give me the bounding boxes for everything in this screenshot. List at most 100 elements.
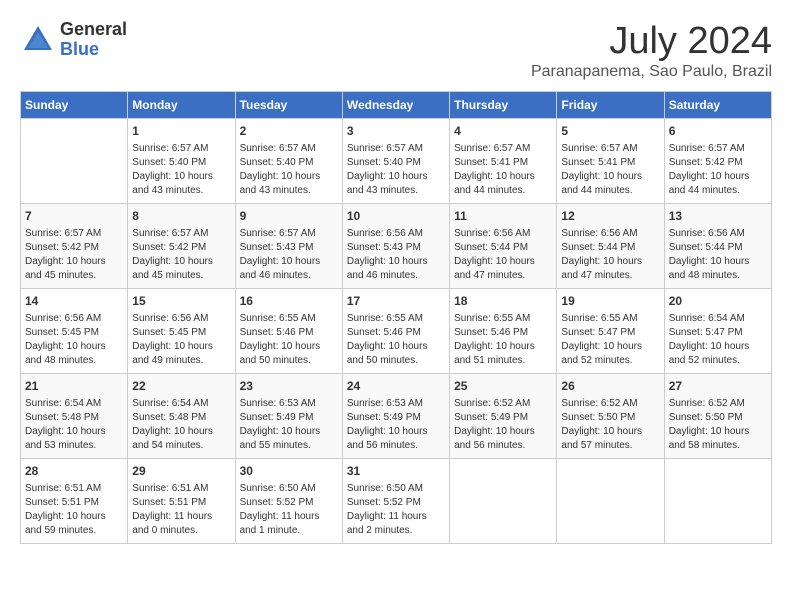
day-info: Sunrise: 6:57 AM Sunset: 5:40 PM Dayligh… [347,142,445,198]
column-header-sunday: Sunday [21,92,128,119]
day-number: 13 [669,208,767,225]
day-info: Sunrise: 6:57 AM Sunset: 5:40 PM Dayligh… [132,142,230,198]
day-number: 15 [132,293,230,310]
calendar-cell: 2Sunrise: 6:57 AM Sunset: 5:40 PM Daylig… [235,119,342,204]
calendar-cell: 12 Sunrise: 6:56 AM Sunset: 5:44 PM Dayli… [557,204,664,289]
calendar-cell: 25 Sunrise: 6:52 AM Sunset: 5:49 PM Dayli… [450,374,557,459]
day-info: Sunrise: 6:52 AM Sunset: 5:49 PM Dayligh… [454,397,552,453]
day-info: Sunrise: 6:54 AM Sunset: 5:48 PM Dayligh… [25,397,123,453]
day-info: Sunrise: 6:56 AM Sunset: 5:45 PM Dayligh… [25,312,123,368]
column-header-thursday: Thursday [450,92,557,119]
calendar-cell [450,459,557,544]
calendar-cell: 3 Sunrise: 6:57 AM Sunset: 5:40 PM Daylig… [342,119,449,204]
day-number: 18 [454,293,552,310]
calendar-cell: 16 Sunrise: 6:55 AM Sunset: 5:46 PM Dayli… [235,289,342,374]
calendar-cell: 28 Sunrise: 6:51 AM Sunset: 5:51 PM Dayli… [21,459,128,544]
day-number: 5 [561,123,659,140]
calendar-week-row: 1 Sunrise: 6:57 AM Sunset: 5:40 PM Daylig… [21,119,772,204]
day-number: 4 [454,123,552,140]
calendar-cell: 31Sunrise: 6:50 AM Sunset: 5:52 PM Dayli… [342,459,449,544]
day-number: 16 [240,293,338,310]
day-info: Sunrise: 6:52 AM Sunset: 5:50 PM Dayligh… [669,397,767,453]
day-number: 3 [347,123,445,140]
day-number: 6 [669,123,767,140]
calendar-cell: 19 Sunrise: 6:55 AM Sunset: 5:47 PM Dayli… [557,289,664,374]
day-number: 24 [347,378,445,395]
day-number: 17 [347,293,445,310]
day-info: Sunrise: 6:56 AM Sunset: 5:45 PM Dayligh… [132,312,230,368]
calendar-cell: 1 Sunrise: 6:57 AM Sunset: 5:40 PM Daylig… [128,119,235,204]
day-number: 23 [240,378,338,395]
day-info: Sunrise: 6:54 AM Sunset: 5:48 PM Dayligh… [132,397,230,453]
day-number: 11 [454,208,552,225]
day-info: Sunrise: 6:57 AM Sunset: 5:40 PM Dayligh… [240,142,338,198]
location-subtitle: Paranapanema, Sao Paulo, Brazil [531,63,772,81]
day-info: Sunrise: 6:53 AM Sunset: 5:49 PM Dayligh… [240,397,338,453]
calendar-week-row: 7Sunrise: 6:57 AM Sunset: 5:42 PM Daylig… [21,204,772,289]
calendar-cell: 13 Sunrise: 6:56 AM Sunset: 5:44 PM Dayli… [664,204,771,289]
day-info: Sunrise: 6:55 AM Sunset: 5:47 PM Dayligh… [561,312,659,368]
day-info: Sunrise: 6:57 AM Sunset: 5:41 PM Dayligh… [561,142,659,198]
day-info: Sunrise: 6:57 AM Sunset: 5:42 PM Dayligh… [669,142,767,198]
month-year-title: July 2024 [531,20,772,63]
column-header-tuesday: Tuesday [235,92,342,119]
column-header-wednesday: Wednesday [342,92,449,119]
calendar-cell: 17 Sunrise: 6:55 AM Sunset: 5:46 PM Dayli… [342,289,449,374]
day-info: Sunrise: 6:51 AM Sunset: 5:51 PM Dayligh… [132,482,230,538]
column-header-saturday: Saturday [664,92,771,119]
calendar-cell: 4 Sunrise: 6:57 AM Sunset: 5:41 PM Daylig… [450,119,557,204]
logo-blue: Blue [60,40,127,60]
day-info: Sunrise: 6:51 AM Sunset: 5:51 PM Dayligh… [25,482,123,538]
calendar-cell: 8Sunrise: 6:57 AM Sunset: 5:42 PM Daylig… [128,204,235,289]
calendar-cell: 27Sunrise: 6:52 AM Sunset: 5:50 PM Dayli… [664,374,771,459]
calendar-cell: 20Sunrise: 6:54 AM Sunset: 5:47 PM Dayli… [664,289,771,374]
day-info: Sunrise: 6:56 AM Sunset: 5:43 PM Dayligh… [347,227,445,283]
calendar-cell: 15 Sunrise: 6:56 AM Sunset: 5:45 PM Dayli… [128,289,235,374]
day-number: 22 [132,378,230,395]
logo-icon [20,22,56,58]
day-number: 28 [25,463,123,480]
calendar-table: SundayMondayTuesdayWednesdayThursdayFrid… [20,91,772,544]
calendar-cell: 6 Sunrise: 6:57 AM Sunset: 5:42 PM Daylig… [664,119,771,204]
day-info: Sunrise: 6:52 AM Sunset: 5:50 PM Dayligh… [561,397,659,453]
day-info: Sunrise: 6:56 AM Sunset: 5:44 PM Dayligh… [454,227,552,283]
day-info: Sunrise: 6:56 AM Sunset: 5:44 PM Dayligh… [669,227,767,283]
logo-text: General Blue [60,20,127,60]
day-info: Sunrise: 6:55 AM Sunset: 5:46 PM Dayligh… [347,312,445,368]
calendar-week-row: 14 Sunrise: 6:56 AM Sunset: 5:45 PM Dayli… [21,289,772,374]
day-number: 10 [347,208,445,225]
day-number: 9 [240,208,338,225]
day-info: Sunrise: 6:57 AM Sunset: 5:43 PM Dayligh… [240,227,338,283]
day-info: Sunrise: 6:56 AM Sunset: 5:44 PM Dayligh… [561,227,659,283]
day-number: 20 [669,293,767,310]
calendar-cell: 26Sunrise: 6:52 AM Sunset: 5:50 PM Dayli… [557,374,664,459]
day-number: 14 [25,293,123,310]
calendar-cell: 14 Sunrise: 6:56 AM Sunset: 5:45 PM Dayli… [21,289,128,374]
calendar-cell: 5 Sunrise: 6:57 AM Sunset: 5:41 PM Daylig… [557,119,664,204]
logo-general: General [60,20,127,40]
day-info: Sunrise: 6:53 AM Sunset: 5:49 PM Dayligh… [347,397,445,453]
day-info: Sunrise: 6:50 AM Sunset: 5:52 PM Dayligh… [347,482,445,538]
calendar-cell [21,119,128,204]
day-info: Sunrise: 6:57 AM Sunset: 5:42 PM Dayligh… [25,227,123,283]
calendar-cell: 30 Sunrise: 6:50 AM Sunset: 5:52 PM Dayli… [235,459,342,544]
calendar-cell: 9 Sunrise: 6:57 AM Sunset: 5:43 PM Daylig… [235,204,342,289]
day-number: 1 [132,123,230,140]
calendar-week-row: 28 Sunrise: 6:51 AM Sunset: 5:51 PM Dayli… [21,459,772,544]
calendar-cell: 23 Sunrise: 6:53 AM Sunset: 5:49 PM Dayli… [235,374,342,459]
title-block: July 2024 Paranapanema, Sao Paulo, Brazi… [531,20,772,81]
day-info: Sunrise: 6:50 AM Sunset: 5:52 PM Dayligh… [240,482,338,538]
calendar-cell: 7Sunrise: 6:57 AM Sunset: 5:42 PM Daylig… [21,204,128,289]
day-number: 21 [25,378,123,395]
day-info: Sunrise: 6:57 AM Sunset: 5:41 PM Dayligh… [454,142,552,198]
calendar-week-row: 21 Sunrise: 6:54 AM Sunset: 5:48 PM Dayli… [21,374,772,459]
day-number: 12 [561,208,659,225]
calendar-cell [664,459,771,544]
day-number: 8 [132,208,230,225]
calendar-cell: 18Sunrise: 6:55 AM Sunset: 5:46 PM Dayli… [450,289,557,374]
calendar-cell: 29Sunrise: 6:51 AM Sunset: 5:51 PM Dayli… [128,459,235,544]
day-number: 30 [240,463,338,480]
day-info: Sunrise: 6:55 AM Sunset: 5:46 PM Dayligh… [240,312,338,368]
day-number: 19 [561,293,659,310]
day-number: 25 [454,378,552,395]
